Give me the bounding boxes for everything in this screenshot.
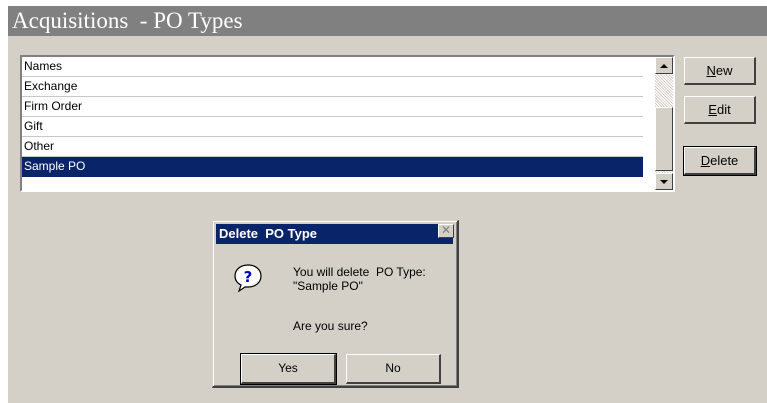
list-header: Names [22,57,643,77]
po-types-panel: Acquisitions - PO Types Names Exchange F… [8,6,767,403]
page-title: Acquisitions - PO Types [8,6,767,36]
scroll-down-button[interactable] [655,173,673,190]
arrow-up-icon [660,63,668,68]
delete-confirm-dialog: Delete PO Type ✕ ? You will delete PO Ty… [212,220,459,388]
close-icon[interactable]: ✕ [438,224,454,238]
delete-button[interactable]: Delete [683,146,757,176]
svg-text:?: ? [244,268,253,286]
list-item-firm-order[interactable]: Firm Order [22,97,643,117]
dialog-title: Delete PO Type [216,224,453,244]
dialog-message: You will delete PO Type: "Sample PO" [293,265,453,293]
list-item-gift[interactable]: Gift [22,117,643,137]
list-item-exchange[interactable]: Exchange [22,77,643,97]
list-item-other[interactable]: Other [22,137,643,157]
scroll-up-button[interactable] [655,57,673,74]
new-button[interactable]: New [684,57,756,85]
arrow-down-icon [660,179,668,184]
scroll-thumb[interactable] [655,107,673,171]
dialog-message-line2: "Sample PO" [293,279,363,293]
new-button-accel: N [706,63,716,78]
question-icon: ? [234,264,262,293]
edit-button[interactable]: Edit [684,96,756,124]
no-button[interactable]: No [346,354,441,384]
po-type-list[interactable]: Names Exchange Firm Order Gift Other Sam… [20,55,675,192]
dialog-confirm-text: Are you sure? [293,319,368,333]
delete-button-label: elete [710,153,739,168]
list-scrollbar[interactable] [655,57,673,190]
dialog-message-line1: You will delete PO Type: [293,265,426,279]
edit-button-label: dit [716,102,731,117]
list-rows: Names Exchange Firm Order Gift Other Sam… [22,57,643,190]
new-button-label: ew [715,63,733,78]
edit-button-accel: E [708,102,717,117]
delete-button-accel: D [700,153,711,168]
list-item-sample-po[interactable]: Sample PO [22,157,643,177]
yes-button[interactable]: Yes [240,353,337,385]
